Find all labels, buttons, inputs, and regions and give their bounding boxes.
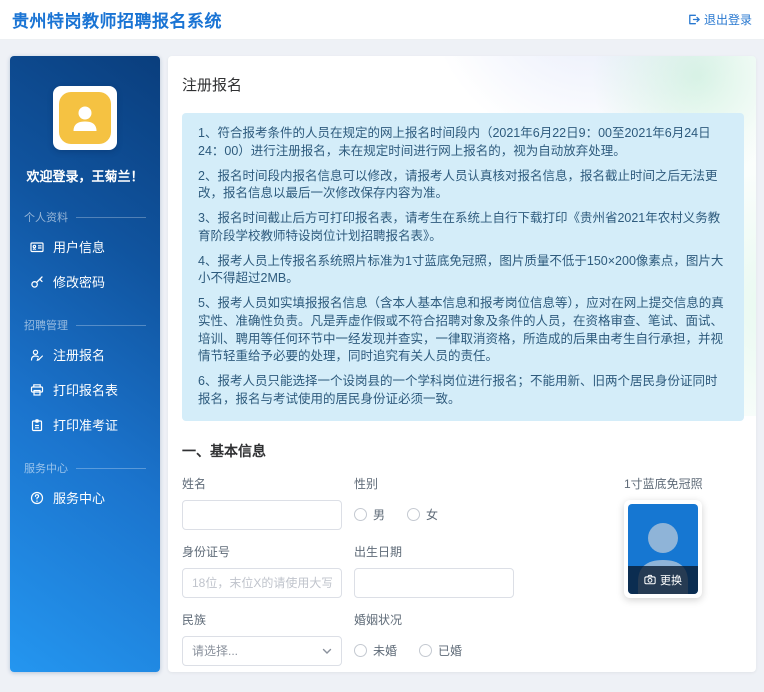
question-circle-icon bbox=[30, 491, 44, 505]
notice-paragraph: 3、报名时间截止后方可打印报名表，请考生在系统上自行下载打印《贵州省2021年农… bbox=[198, 210, 728, 246]
menu-section-profile: 个人资料 bbox=[24, 209, 146, 225]
logout-icon bbox=[687, 13, 700, 26]
radio-icon[interactable] bbox=[354, 508, 367, 521]
marital-label: 婚姻状况 bbox=[354, 611, 514, 628]
id-number-field-group: 身份证号 bbox=[182, 543, 342, 598]
main-panel: 注册报名 1、符合报考条件的人员在规定的网上报名时间段内（2021年6月22日9… bbox=[168, 56, 756, 672]
marital-option-married[interactable]: 已婚 bbox=[419, 642, 462, 659]
section-title-basic-info: 一、基本信息 bbox=[182, 441, 744, 461]
birth-date-label: 出生日期 bbox=[354, 543, 514, 560]
ethnicity-label: 民族 bbox=[182, 611, 342, 628]
notice-paragraph: 4、报考人员上传报名系统照片标准为1寸蓝底免冠照，图片质量不低于150×200像… bbox=[198, 253, 728, 289]
notice-paragraph: 2、报名时间段内报名信息可以修改，请报考人员认真核对报名信息，报名截止时间之后无… bbox=[198, 168, 728, 204]
avatar-person-icon bbox=[59, 92, 111, 144]
select-value: 请选择... bbox=[192, 642, 238, 659]
page-layout: 欢迎登录，王菊兰！ 个人资料 用户信息 bbox=[0, 40, 764, 682]
photo-card: 更换 bbox=[624, 500, 702, 598]
name-label: 姓名 bbox=[182, 475, 342, 492]
app-title: 贵州特岗教师招聘报名系统 bbox=[12, 7, 222, 32]
sidebar-menu: 个人资料 用户信息 修 bbox=[10, 209, 160, 515]
sidebar-item-label: 服务中心 bbox=[53, 488, 105, 507]
gender-radio-group: 男 女 bbox=[354, 500, 514, 530]
sidebar-item-label: 打印准考证 bbox=[53, 415, 118, 434]
sidebar-item-label: 注册报名 bbox=[53, 345, 105, 364]
welcome-text: 欢迎登录，王菊兰！ bbox=[10, 166, 160, 185]
gender-label: 性别 bbox=[354, 475, 514, 492]
section-rule bbox=[76, 217, 146, 218]
radio-label: 未婚 bbox=[373, 642, 397, 659]
user-edit-icon bbox=[30, 348, 44, 362]
section-rule bbox=[76, 468, 146, 469]
ethnicity-select[interactable]: 请选择... bbox=[182, 636, 342, 666]
birth-date-input[interactable] bbox=[354, 568, 514, 598]
id-card-icon bbox=[30, 240, 44, 254]
app-header: 贵州特岗教师招聘报名系统 退出登录 bbox=[0, 0, 764, 40]
marital-radio-group: 未婚 已婚 bbox=[354, 636, 514, 666]
gender-option-female[interactable]: 女 bbox=[407, 506, 438, 523]
menu-section-label: 招聘管理 bbox=[24, 317, 68, 333]
sidebar-item-label: 打印报名表 bbox=[53, 380, 118, 399]
notice-paragraph: 1、符合报考条件的人员在规定的网上报名时间段内（2021年6月22日9：00至2… bbox=[198, 125, 728, 161]
sidebar: 欢迎登录，王菊兰！ 个人资料 用户信息 bbox=[10, 56, 160, 672]
badge-icon bbox=[30, 418, 44, 432]
marital-field-group: 婚姻状况 未婚 已婚 bbox=[354, 611, 514, 666]
radio-label: 已婚 bbox=[438, 642, 462, 659]
id-number-input[interactable] bbox=[182, 568, 342, 598]
radio-icon[interactable] bbox=[419, 644, 432, 657]
page-title: 注册报名 bbox=[182, 74, 744, 95]
logout-button[interactable]: 退出登录 bbox=[687, 11, 752, 28]
name-input[interactable] bbox=[182, 500, 342, 530]
sidebar-item-label: 修改密码 bbox=[53, 272, 105, 291]
id-number-label: 身份证号 bbox=[182, 543, 342, 560]
section-rule bbox=[76, 325, 146, 326]
menu-section-label: 个人资料 bbox=[24, 209, 68, 225]
sidebar-item-print-ticket[interactable]: 打印准考证 bbox=[22, 407, 148, 442]
name-field-group: 姓名 bbox=[182, 475, 342, 530]
basic-info-form: 姓名 性别 男 女 bbox=[182, 475, 744, 673]
printer-icon bbox=[30, 383, 44, 397]
menu-section-recruitment: 招聘管理 bbox=[24, 317, 146, 333]
sidebar-item-register[interactable]: 注册报名 bbox=[22, 337, 148, 372]
marital-option-unmarried[interactable]: 未婚 bbox=[354, 642, 397, 659]
photo-change-label: 更换 bbox=[660, 572, 682, 588]
sidebar-item-change-password[interactable]: 修改密码 bbox=[22, 264, 148, 299]
sidebar-item-print-form[interactable]: 打印报名表 bbox=[22, 372, 148, 407]
sidebar-item-service-center[interactable]: 服务中心 bbox=[22, 480, 148, 515]
photo-preview: 更换 bbox=[628, 504, 698, 594]
gender-option-male[interactable]: 男 bbox=[354, 506, 385, 523]
radio-icon[interactable] bbox=[354, 644, 367, 657]
camera-icon bbox=[644, 574, 656, 585]
notice-paragraph: 6、报考人员只能选择一个设岗县的一个学科岗位进行报名；不能用新、旧两个居民身份证… bbox=[198, 373, 728, 409]
birth-date-field-group: 出生日期 bbox=[354, 543, 514, 598]
menu-section-service: 服务中心 bbox=[24, 460, 146, 476]
radio-icon[interactable] bbox=[407, 508, 420, 521]
notice-box: 1、符合报考条件的人员在规定的网上报名时间段内（2021年6月22日9：00至2… bbox=[182, 113, 744, 421]
logout-label: 退出登录 bbox=[704, 11, 752, 28]
photo-change-button[interactable]: 更换 bbox=[628, 566, 698, 594]
radio-label: 女 bbox=[426, 506, 438, 523]
sidebar-item-user-info[interactable]: 用户信息 bbox=[22, 229, 148, 264]
radio-label: 男 bbox=[373, 506, 385, 523]
avatar bbox=[53, 86, 117, 150]
ethnicity-field-group: 民族 请选择... bbox=[182, 611, 342, 666]
chevron-down-icon bbox=[322, 644, 332, 658]
key-icon bbox=[30, 275, 44, 289]
photo-field-group: 1寸蓝底免冠照 bbox=[624, 475, 744, 666]
menu-section-label: 服务中心 bbox=[24, 460, 68, 476]
gender-field-group: 性别 男 女 bbox=[354, 475, 514, 530]
photo-label: 1寸蓝底免冠照 bbox=[624, 475, 744, 492]
sidebar-item-label: 用户信息 bbox=[53, 237, 105, 256]
notice-paragraph: 5、报考人员如实填报报名信息（含本人基本信息和报考岗位信息等），应对在网上提交信… bbox=[198, 295, 728, 366]
